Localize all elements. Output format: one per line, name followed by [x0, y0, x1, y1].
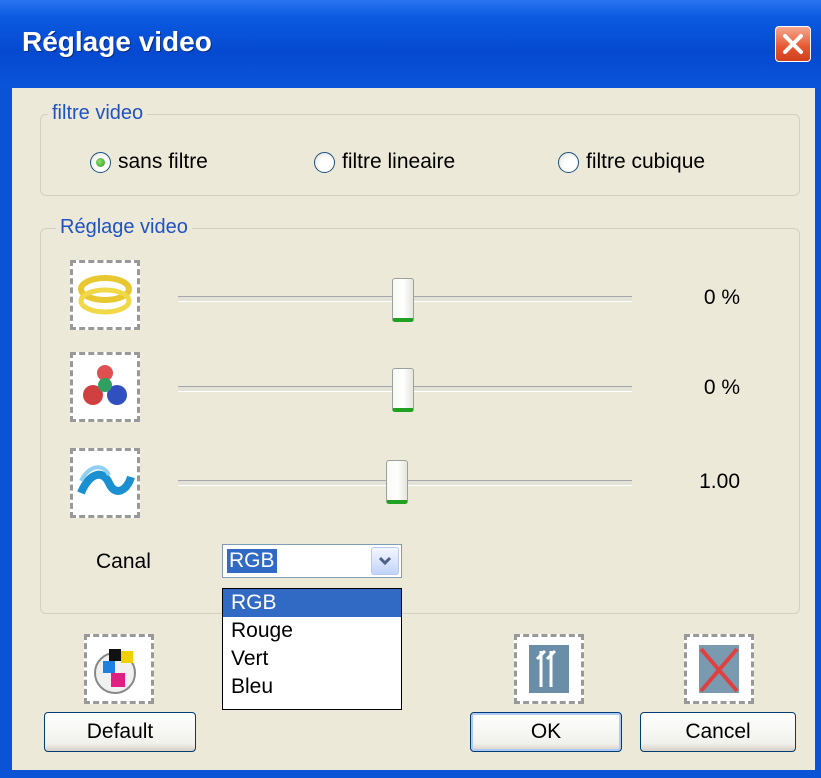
gamma-value: 1.00 — [699, 470, 740, 493]
palette-icon — [84, 634, 154, 704]
contrast-value: 0 % — [703, 376, 740, 399]
gamma-icon — [70, 448, 140, 518]
gamma-slider-thumb[interactable] — [386, 460, 408, 504]
radio-label: filtre lineaire — [342, 150, 456, 173]
adjust-group-legend: Réglage video — [56, 216, 192, 239]
cancel-button[interactable]: Cancel — [640, 712, 796, 752]
radio-unchecked-icon — [314, 151, 335, 173]
channel-option-bleu[interactable]: Bleu — [223, 673, 401, 701]
contrast-icon — [70, 352, 140, 422]
cancel-icon — [684, 634, 754, 704]
radio-label: filtre cubique — [586, 150, 706, 173]
channel-selected-value: RGB — [227, 549, 277, 573]
channel-option-rgb[interactable]: RGB — [223, 589, 401, 617]
channel-option-vert[interactable]: Vert — [223, 645, 401, 673]
close-icon — [783, 34, 803, 54]
apply-icon — [514, 634, 584, 704]
channel-select[interactable]: RGB — [222, 544, 402, 578]
radio-filtre-lineaire[interactable]: filtre lineaire — [314, 150, 455, 174]
dialog-window: Réglage video filtre video sans filtre f… — [0, 0, 821, 778]
window-title: Réglage video — [22, 26, 212, 57]
radio-checked-icon — [90, 151, 111, 173]
contrast-slider-thumb[interactable] — [392, 368, 414, 412]
brightness-slider-thumb[interactable] — [392, 278, 414, 322]
channel-dropdown-list: RGB Rouge Vert Bleu — [222, 588, 402, 710]
radio-unchecked-icon — [558, 151, 579, 173]
default-button[interactable]: Default — [44, 712, 196, 752]
channel-label: Canal — [96, 550, 151, 573]
filter-group-legend: filtre video — [48, 102, 148, 125]
radio-label: sans filtre — [118, 150, 208, 173]
ok-button[interactable]: OK — [470, 712, 622, 752]
radio-filtre-cubique[interactable]: filtre cubique — [558, 150, 705, 174]
radio-sans-filtre[interactable]: sans filtre — [90, 150, 208, 174]
close-button[interactable] — [775, 26, 811, 62]
title-bar[interactable]: Réglage video — [0, 0, 821, 88]
brightness-value: 0 % — [703, 286, 740, 309]
brightness-icon — [70, 260, 140, 330]
chevron-down-icon[interactable] — [371, 547, 399, 575]
channel-option-rouge[interactable]: Rouge — [223, 617, 401, 645]
